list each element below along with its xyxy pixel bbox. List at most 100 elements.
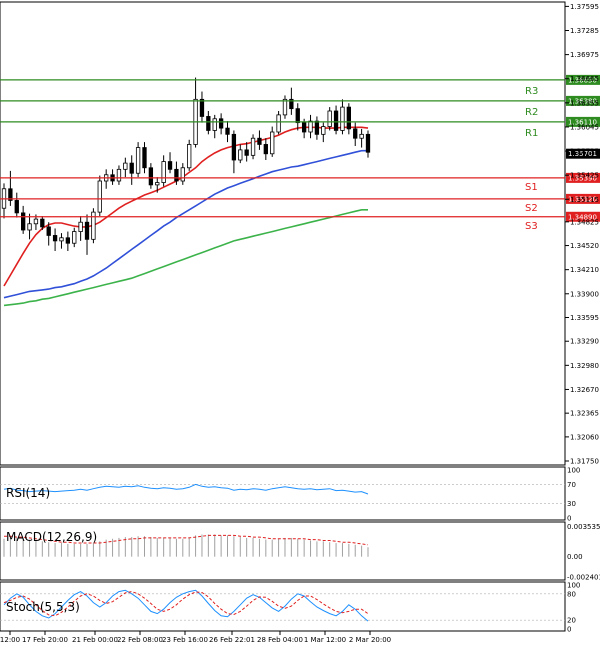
candle-body-down bbox=[40, 218, 45, 228]
rsi-label: RSI(14) bbox=[6, 486, 50, 500]
stoch-tick-label: 20 bbox=[567, 617, 576, 625]
time-tick-label: 26 Feb 22:01 bbox=[209, 636, 255, 644]
candle-body-up bbox=[155, 182, 160, 186]
stoch-label: Stoch(5,5,3) bbox=[6, 600, 80, 614]
candle-body-up bbox=[359, 133, 364, 139]
candle-body-up bbox=[135, 147, 141, 174]
price-tick-label: 1.35425 bbox=[570, 172, 599, 180]
candle-body-up bbox=[123, 162, 128, 170]
candle-body-down bbox=[167, 161, 173, 170]
price-tick-label: 1.33595 bbox=[570, 314, 599, 322]
candle-body-up bbox=[116, 168, 122, 182]
candle-body-down bbox=[174, 168, 179, 182]
candle bbox=[276, 111, 281, 135]
candle-body-up bbox=[27, 223, 32, 231]
candle-body-down bbox=[21, 212, 26, 231]
candle-body-down bbox=[301, 122, 307, 133]
level-name-s2: S2 bbox=[525, 203, 538, 214]
chart-canvas: R31.36650R21.36380R11.36110S11.35390S21.… bbox=[0, 0, 600, 650]
candle-body-down bbox=[295, 108, 300, 124]
time-tick-label: 1 Mar 12:00 bbox=[304, 636, 346, 644]
candle-body-up bbox=[327, 110, 332, 127]
stoch-tick-label: 0 bbox=[567, 626, 571, 634]
stoch-tick-label: 100 bbox=[567, 582, 580, 590]
candle-body-up bbox=[187, 144, 192, 169]
price-tick-label: 1.35115 bbox=[570, 196, 599, 204]
candle-body-up bbox=[78, 221, 83, 232]
candle-body-up bbox=[97, 180, 102, 213]
price-tick-label: 1.33290 bbox=[570, 338, 599, 346]
time-tick-label: 2 Mar 20:00 bbox=[349, 636, 391, 644]
level-name-r3: R3 bbox=[525, 86, 538, 97]
candle-body-up bbox=[212, 118, 217, 131]
candle-body-up bbox=[161, 161, 166, 183]
candle-body-down bbox=[257, 137, 262, 145]
rsi-tick-label: 30 bbox=[567, 500, 576, 508]
candle-body-down bbox=[353, 128, 358, 139]
stoch-panel: 10080 200 Stoch(5,5,3) bbox=[0, 581, 580, 634]
time-tick-label: 22 Feb 08:00 bbox=[117, 636, 163, 644]
macd-tick-label: -0.002401 bbox=[567, 574, 600, 582]
candle-body-down bbox=[206, 116, 211, 131]
candle-body-up bbox=[238, 149, 243, 161]
price-panel-frame bbox=[0, 1, 566, 466]
candle-body-up bbox=[340, 106, 345, 131]
candle-body-up bbox=[250, 137, 256, 156]
candle-body-up bbox=[308, 120, 313, 133]
time-tick-label: 17 Feb 20:00 bbox=[22, 636, 68, 644]
time-tick-label: 28 Feb 04:00 bbox=[257, 636, 303, 644]
candle-body-down bbox=[52, 235, 58, 242]
price-tick-label: 1.34825 bbox=[570, 218, 599, 226]
price-tick-label: 1.36665 bbox=[570, 75, 599, 83]
candle bbox=[187, 139, 192, 171]
candle-body-down bbox=[142, 147, 147, 169]
price-tick-label: 1.36355 bbox=[570, 99, 599, 107]
candle bbox=[135, 142, 141, 178]
candle-body-down bbox=[218, 118, 224, 129]
candle-body-down bbox=[129, 162, 134, 174]
candle-body-down bbox=[14, 200, 19, 214]
candle bbox=[91, 208, 96, 244]
time-tick-label: 23 Feb 16:00 bbox=[162, 636, 208, 644]
candle-body-down bbox=[225, 127, 230, 135]
level-name-r1: R1 bbox=[525, 128, 538, 139]
macd-panel: 0.003535 0.00 -0.002401 MACD(12,26,9) bbox=[0, 521, 600, 582]
candle-body-up bbox=[282, 98, 288, 116]
price-tick-label: 1.31750 bbox=[570, 458, 599, 466]
level-name-r2: R2 bbox=[525, 107, 538, 118]
price-tick-label: 1.34210 bbox=[570, 266, 599, 274]
price-tick-label: 1.37595 bbox=[570, 3, 599, 11]
rsi-tick-label: 0 bbox=[567, 515, 571, 523]
candle-body-up bbox=[72, 231, 77, 244]
candle-body-down bbox=[333, 110, 339, 131]
candle-body-down bbox=[199, 98, 205, 117]
rsi-panel: 100 70 30 0 RSI(14) bbox=[0, 466, 580, 523]
candle bbox=[97, 175, 102, 216]
candle bbox=[250, 134, 256, 160]
rsi-panel-frame bbox=[0, 466, 566, 521]
price-tick-label: 1.35735 bbox=[570, 148, 599, 156]
candle-body-down bbox=[263, 144, 268, 155]
candle-body-up bbox=[276, 114, 281, 133]
macd-label: MACD(12,26,9) bbox=[6, 530, 97, 544]
stoch-tick-label: 80 bbox=[567, 590, 576, 598]
candle-body-down bbox=[244, 149, 249, 156]
candle-body-down bbox=[65, 237, 71, 244]
price-tick-label: 1.32060 bbox=[570, 433, 599, 441]
rsi-tick-label: 100 bbox=[567, 467, 580, 475]
macd-tick-label: 0.003535 bbox=[567, 523, 600, 531]
candle-body-down bbox=[365, 133, 371, 153]
price-tick-label: 1.37285 bbox=[570, 27, 599, 35]
time-tick-label: 12:00 bbox=[0, 636, 20, 644]
price-panel: R31.36650R21.36380R11.36110S11.35390S21.… bbox=[0, 1, 600, 466]
candle-body-up bbox=[270, 131, 275, 155]
level-name-s3: S3 bbox=[525, 221, 538, 232]
price-tick-label: 1.32670 bbox=[570, 386, 599, 394]
candle-body-up bbox=[59, 237, 64, 242]
price-tick-label: 1.33900 bbox=[570, 290, 599, 298]
price-tick-label: 1.34520 bbox=[570, 242, 599, 250]
candle bbox=[327, 107, 332, 131]
price-tick-label: 1.32980 bbox=[570, 362, 599, 370]
time-tick-label: 21 Feb 00:00 bbox=[72, 636, 118, 644]
macd-tick-label: 0.00 bbox=[567, 553, 583, 561]
